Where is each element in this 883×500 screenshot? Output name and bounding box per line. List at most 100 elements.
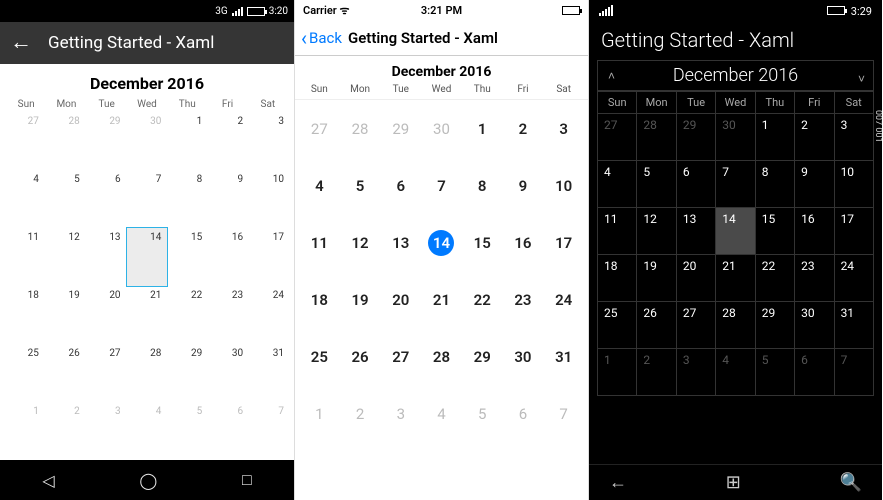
calendar-day[interactable]: 3 — [380, 385, 421, 442]
calendar-day[interactable]: 19 — [45, 286, 86, 344]
calendar-day[interactable]: 6 — [380, 157, 421, 214]
calendar-day[interactable]: 3 — [543, 100, 584, 157]
calendar-day[interactable]: 2 — [340, 385, 381, 442]
calendar-day[interactable]: 23 — [503, 271, 544, 328]
calendar-day[interactable]: 16 — [503, 214, 544, 271]
calendar-day[interactable]: 5 — [756, 349, 795, 396]
calendar-day[interactable]: 27 — [380, 328, 421, 385]
calendar-day[interactable]: 11 — [299, 214, 340, 271]
nav-search-icon[interactable]: 🔍 — [840, 472, 862, 493]
calendar-day[interactable]: 21 — [421, 271, 462, 328]
calendar-day[interactable]: 6 — [86, 170, 127, 228]
calendar-day[interactable]: 29 — [462, 328, 503, 385]
calendar-day[interactable]: 31 — [835, 302, 874, 349]
calendar-day[interactable]: 14 — [716, 208, 755, 255]
calendar-day[interactable]: 4 — [4, 170, 45, 228]
back-button[interactable]: ‹ Back — [301, 26, 342, 50]
calendar-day[interactable]: 1 — [4, 402, 45, 460]
calendar-day[interactable]: 27 — [677, 302, 716, 349]
calendar-day[interactable]: 1 — [167, 112, 208, 170]
chevron-down-icon[interactable]: ˅ — [858, 72, 865, 86]
calendar-day[interactable]: 21 — [716, 255, 755, 302]
calendar-day[interactable]: 29 — [167, 344, 208, 402]
calendar-day[interactable]: 6 — [795, 349, 834, 396]
calendar-day[interactable]: 16 — [795, 208, 834, 255]
calendar-day[interactable]: 10 — [835, 161, 874, 208]
calendar-day[interactable]: 11 — [4, 228, 45, 286]
nav-start-icon[interactable]: ⊞ — [726, 472, 741, 493]
calendar-day[interactable]: 18 — [598, 255, 637, 302]
calendar-day[interactable]: 7 — [835, 349, 874, 396]
calendar-day[interactable]: 29 — [380, 100, 421, 157]
nav-home-icon[interactable]: ◯ — [139, 471, 157, 490]
nav-recent-icon[interactable]: □ — [242, 470, 252, 490]
calendar-day[interactable]: 19 — [340, 271, 381, 328]
calendar-day[interactable]: 2 — [503, 100, 544, 157]
calendar-day[interactable]: 21 — [127, 286, 168, 344]
calendar-day[interactable]: 1 — [299, 385, 340, 442]
calendar-day[interactable]: 18 — [4, 286, 45, 344]
calendar-day[interactable]: 24 — [249, 286, 290, 344]
calendar-day[interactable]: 7 — [249, 402, 290, 460]
calendar-day[interactable]: 19 — [637, 255, 676, 302]
calendar-day[interactable]: 30 — [421, 100, 462, 157]
calendar-day[interactable]: 18 — [299, 271, 340, 328]
calendar-day[interactable]: 28 — [127, 344, 168, 402]
calendar-day[interactable]: 25 — [299, 328, 340, 385]
calendar-day[interactable]: 17 — [835, 208, 874, 255]
calendar-day[interactable]: 6 — [677, 161, 716, 208]
calendar-day[interactable]: 26 — [340, 328, 381, 385]
calendar-day[interactable]: 17 — [249, 228, 290, 286]
calendar-day[interactable]: 12 — [637, 208, 676, 255]
calendar-day[interactable]: 4 — [299, 157, 340, 214]
calendar-day[interactable]: 31 — [249, 344, 290, 402]
calendar-day[interactable]: 25 — [4, 344, 45, 402]
calendar-day[interactable]: 3 — [86, 402, 127, 460]
calendar-day[interactable]: 1 — [598, 349, 637, 396]
calendar-day[interactable]: 6 — [503, 385, 544, 442]
calendar-day[interactable]: 30 — [795, 302, 834, 349]
calendar-day[interactable]: 12 — [45, 228, 86, 286]
calendar-day[interactable]: 16 — [208, 228, 249, 286]
calendar-day[interactable]: 20 — [86, 286, 127, 344]
calendar-day[interactable]: 28 — [716, 302, 755, 349]
calendar-day[interactable]: 7 — [543, 385, 584, 442]
calendar-day[interactable]: 4 — [598, 161, 637, 208]
chevron-up-icon[interactable]: ˄ — [608, 69, 615, 83]
calendar-day[interactable]: 5 — [167, 402, 208, 460]
calendar-day[interactable]: 23 — [795, 255, 834, 302]
calendar-day[interactable]: 14 — [127, 228, 168, 286]
calendar-day[interactable]: 11 — [598, 208, 637, 255]
calendar-day[interactable]: 27 — [4, 112, 45, 170]
calendar-day[interactable]: 8 — [756, 161, 795, 208]
calendar-day[interactable]: 4 — [716, 349, 755, 396]
calendar-day[interactable]: 28 — [637, 114, 676, 161]
calendar-day[interactable]: 13 — [380, 214, 421, 271]
calendar-day[interactable]: 27 — [299, 100, 340, 157]
calendar-day[interactable]: 30 — [208, 344, 249, 402]
nav-back-icon[interactable]: ← — [609, 472, 627, 493]
calendar-day[interactable]: 20 — [677, 255, 716, 302]
calendar-day[interactable]: 25 — [598, 302, 637, 349]
calendar-day[interactable]: 14 — [421, 214, 462, 271]
calendar-day[interactable]: 28 — [340, 100, 381, 157]
calendar-day[interactable]: 12 — [340, 214, 381, 271]
calendar-day[interactable]: 31 — [543, 328, 584, 385]
calendar-day[interactable]: 30 — [716, 114, 755, 161]
calendar-day[interactable]: 1 — [756, 114, 795, 161]
calendar-day[interactable]: 5 — [45, 170, 86, 228]
calendar-day[interactable]: 2 — [45, 402, 86, 460]
calendar-day[interactable]: 3 — [249, 112, 290, 170]
calendar-day[interactable]: 10 — [543, 157, 584, 214]
calendar-day[interactable]: 17 — [543, 214, 584, 271]
calendar-day[interactable]: 29 — [677, 114, 716, 161]
calendar-day[interactable]: 7 — [127, 170, 168, 228]
calendar-day[interactable]: 7 — [421, 157, 462, 214]
calendar-month-title[interactable]: December 2016 — [295, 56, 588, 84]
calendar-day[interactable]: 24 — [835, 255, 874, 302]
calendar-day[interactable]: 7 — [716, 161, 755, 208]
calendar-day[interactable]: 4 — [421, 385, 462, 442]
calendar-day[interactable]: 26 — [637, 302, 676, 349]
calendar-day[interactable]: 29 — [86, 112, 127, 170]
calendar-day[interactable]: 5 — [637, 161, 676, 208]
